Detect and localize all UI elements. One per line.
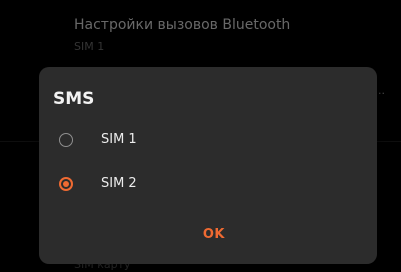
ok-button[interactable]: OK [203,227,225,242]
option-sim-2[interactable]: SIM 2 [39,163,377,207]
radio-dot [63,181,69,187]
dialog-title: SMS [53,89,95,109]
option-sim-1[interactable]: SIM 1 [39,119,377,163]
option-label: SIM 1 [101,132,137,147]
radio-checked-icon[interactable] [59,177,73,191]
radio-unchecked-icon[interactable] [59,133,73,147]
option-label: SIM 2 [101,176,137,191]
sms-sim-dialog: SMS SIM 1 SIM 2 OK [39,67,377,264]
